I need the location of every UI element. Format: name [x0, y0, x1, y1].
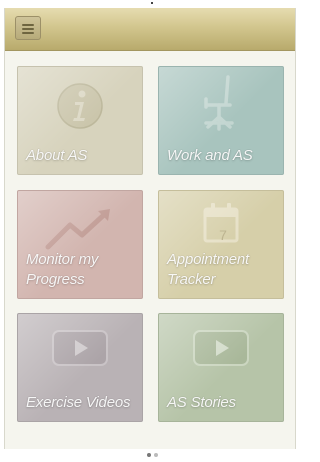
tile-appointment-tracker[interactable]: 7 Appointment Tracker [158, 190, 284, 299]
page-dot-active [147, 453, 151, 457]
tile-label: About AS [26, 147, 88, 164]
tile-work-and-as[interactable]: Work and AS [158, 66, 284, 175]
tile-monitor-progress[interactable]: Monitor my Progress [17, 190, 143, 299]
calendar-day: 7 [219, 227, 227, 243]
tile-exercise-videos[interactable]: Exercise Videos [17, 313, 143, 422]
menu-button[interactable] [15, 16, 41, 40]
tile-label: AS Stories [167, 394, 236, 411]
tile-label: Appointment Tracker [167, 251, 250, 288]
info-icon [57, 83, 103, 129]
app-screen: About AS Work and AS Monitor my Progress [4, 8, 296, 457]
tile-label: Exercise Videos [26, 394, 131, 411]
office-chair-icon [204, 75, 234, 131]
page-dot [154, 453, 158, 457]
page-indicator [147, 444, 161, 462]
tile-label: Work and AS [167, 147, 253, 164]
tile-about-as[interactable]: About AS [17, 66, 143, 175]
status-dot [151, 2, 153, 4]
trend-up-arrow-icon [45, 209, 110, 250]
header-bar [5, 8, 295, 51]
play-video-icon [193, 330, 249, 366]
tile-as-stories[interactable]: AS Stories [158, 313, 284, 422]
tile-label: Monitor my Progress [26, 251, 99, 288]
play-video-icon [52, 330, 108, 366]
hamburger-menu-icon [22, 24, 34, 26]
